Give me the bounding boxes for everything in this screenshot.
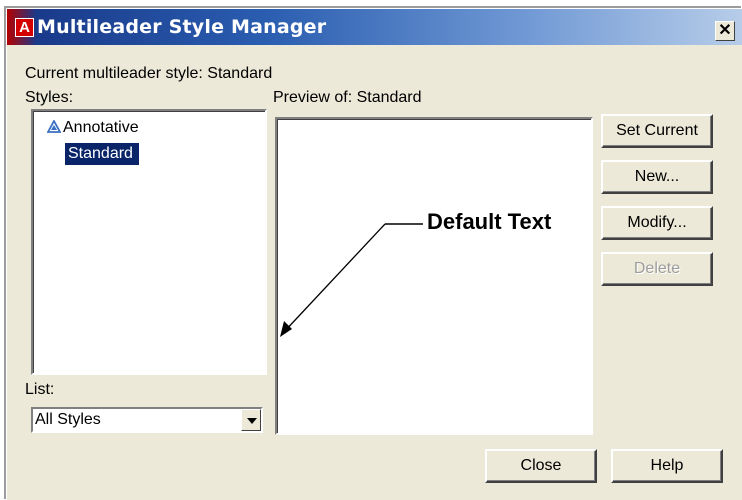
preview-label: Preview of: Standard — [273, 89, 422, 106]
list-label: List: — [25, 381, 55, 398]
current-style-label: Current multileader style: Standard — [25, 65, 273, 82]
style-item-label: Standard — [68, 145, 133, 162]
close-button[interactable]: Close — [485, 449, 597, 483]
style-item-annotative[interactable]: Annotative — [39, 117, 139, 139]
default-text-sample: Default Text — [427, 209, 552, 234]
window-title: Multileader Style Manager — [37, 16, 327, 38]
leader-arrow-graphic — [280, 223, 423, 337]
style-item-standard[interactable]: Standard — [65, 143, 139, 165]
styles-label: Styles: — [25, 89, 74, 106]
set-current-button[interactable]: Set Current — [601, 114, 713, 148]
help-button[interactable]: Help — [611, 449, 723, 483]
chevron-down-icon[interactable] — [241, 409, 261, 431]
delete-button[interactable]: Delete — [601, 252, 713, 286]
close-window-button[interactable]: ✕ — [715, 21, 735, 41]
styles-list[interactable]: Annotative Standard — [31, 109, 267, 375]
new-button[interactable]: New... — [601, 160, 713, 194]
list-filter-value: All Styles — [35, 411, 101, 428]
title-bar[interactable]: A Multileader Style Manager ✕ — [7, 9, 742, 45]
list-filter-dropdown[interactable]: All Styles — [31, 407, 263, 433]
multileader-style-manager-dialog: A Multileader Style Manager ✕ Current mu… — [6, 8, 742, 500]
annotative-icon — [47, 120, 61, 133]
preview-pane: Default Text — [275, 117, 593, 435]
style-item-label: Annotative — [63, 119, 139, 136]
modify-button[interactable]: Modify... — [601, 206, 713, 240]
autocad-app-icon: A — [15, 18, 34, 37]
